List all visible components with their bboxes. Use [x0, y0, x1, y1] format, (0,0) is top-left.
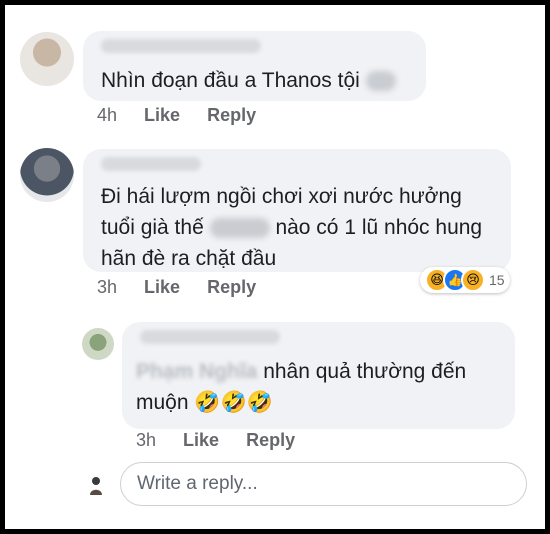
reply-actions: 3h Like Reply	[136, 430, 317, 451]
reply-link[interactable]: Reply	[207, 277, 256, 297]
reply-bubble: Phạm Nghĩa nhân quả thường đến muộn 🤣🤣🤣	[122, 322, 515, 429]
mention-tag[interactable]: Phạm Nghĩa	[136, 360, 257, 383]
like-link[interactable]: Like	[144, 277, 180, 297]
commenter-name-blurred[interactable]	[101, 157, 201, 171]
like-link[interactable]: Like	[144, 105, 180, 125]
blurred-word	[209, 218, 270, 239]
commenter-avatar[interactable]	[20, 148, 74, 202]
reply-link[interactable]: Reply	[207, 105, 256, 125]
comment-actions: 4h Like Reply	[97, 105, 278, 126]
comment-text: Nhìn đoạn đầu a Thanos tội	[101, 69, 360, 92]
comment-thread: Nhìn đoạn đầu a Thanos tội 4h Like Reply…	[5, 5, 545, 529]
like-link[interactable]: Like	[183, 430, 219, 450]
comment-time[interactable]: 3h	[97, 277, 117, 297]
reply-avatar[interactable]	[82, 328, 114, 360]
reply-text: nhân quả thường đến	[263, 360, 467, 383]
reply-input[interactable]: Write a reply...	[120, 462, 527, 506]
laughing-emoji: 🤣🤣🤣	[194, 390, 273, 414]
comment-actions: 3h Like Reply	[97, 277, 278, 298]
comment-bubble: Nhìn đoạn đầu a Thanos tội	[83, 31, 426, 101]
reply-link[interactable]: Reply	[246, 430, 295, 450]
reaction-summary[interactable]: 😆 👍 😢 15	[420, 267, 510, 293]
reaction-count: 15	[489, 272, 505, 288]
blurred-word	[365, 71, 396, 92]
comment-bubble: Đi hái lượm ngồi chơi xơi nước hưởng tuổ…	[83, 149, 511, 272]
sad-icon: 😢	[461, 268, 485, 292]
reply-time[interactable]: 3h	[136, 430, 156, 450]
reply-author-name-blurred[interactable]	[140, 330, 280, 344]
commenter-name-blurred[interactable]	[101, 39, 261, 53]
current-user-avatar	[85, 475, 107, 497]
reply-text-continued: muộn	[136, 391, 189, 414]
comment-time[interactable]: 4h	[97, 105, 117, 125]
commenter-avatar[interactable]	[20, 32, 74, 86]
